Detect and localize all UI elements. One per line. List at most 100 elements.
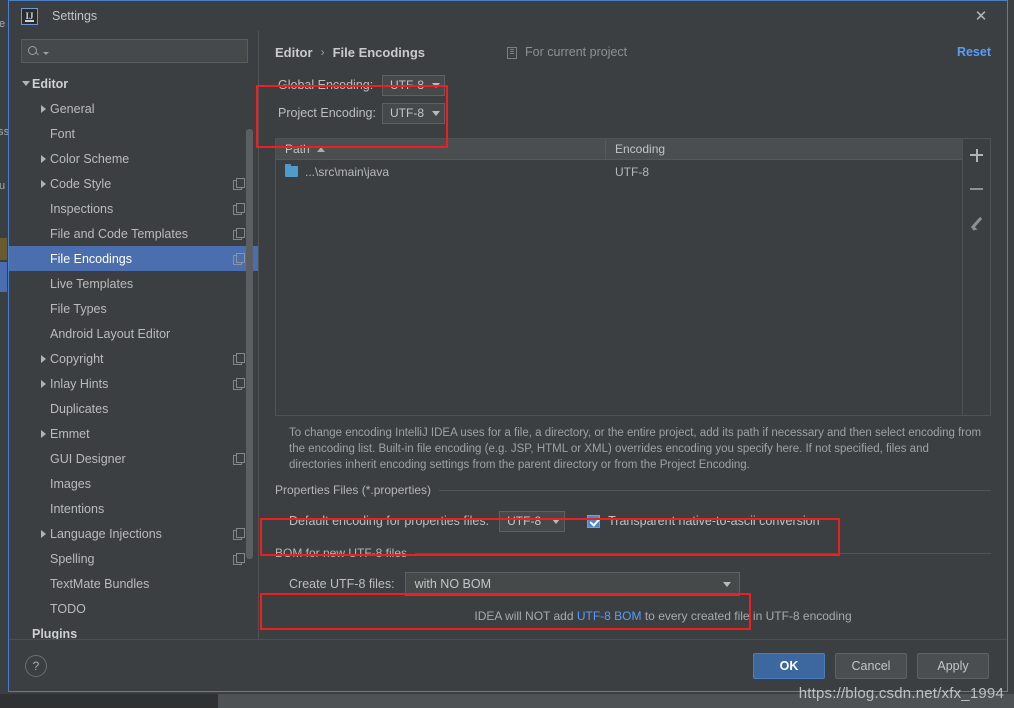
sidebar-item-label: Emmet <box>50 426 90 441</box>
column-header-encoding-label: Encoding <box>615 142 666 156</box>
sidebar-item-label: Images <box>50 476 91 491</box>
sidebar-item-duplicates[interactable]: Duplicates <box>9 396 258 421</box>
sidebar-item-general[interactable]: General <box>9 96 258 121</box>
chevron-right-icon[interactable] <box>37 354 50 363</box>
sidebar-item-editor[interactable]: Editor <box>9 71 258 96</box>
bom-note-suffix: to every created file in UTF-8 encoding <box>641 609 852 623</box>
project-encoding-dropdown[interactable]: UTF-8 <box>382 102 445 124</box>
add-icon[interactable] <box>966 144 988 166</box>
remove-icon[interactable] <box>966 178 988 200</box>
intellij-idea-icon: IJ <box>21 7 38 25</box>
search-input[interactable] <box>21 39 248 63</box>
sidebar-scrollbar-thumb[interactable] <box>246 129 253 559</box>
breadcrumb-parent[interactable]: Editor <box>275 45 313 60</box>
screen: e ss u IJ Settings ✕ Editor General Font… <box>0 0 1014 708</box>
sidebar-item-label: File Encodings <box>50 251 132 266</box>
sidebar-item-label: Plugins <box>32 626 78 640</box>
sidebar-item-font[interactable]: Font <box>9 121 258 146</box>
sidebar-item-copyright[interactable]: Copyright <box>9 346 258 371</box>
project-settings-icon <box>233 203 245 215</box>
sidebar-item-emmet[interactable]: Emmet <box>9 421 258 446</box>
column-header-path[interactable]: Path <box>276 139 606 159</box>
encodings-table-main: Path Encoding ...\src\main\java UTF-8 <box>276 139 962 415</box>
sidebar-item-label: Android Layout Editor <box>50 326 171 341</box>
chevron-down-icon <box>552 518 561 524</box>
sidebar-item-label: Duplicates <box>50 401 109 416</box>
sidebar-item-live-templates[interactable]: Live Templates <box>9 271 258 296</box>
chevron-down-icon[interactable] <box>19 81 32 86</box>
dialog-footer: ? OK Cancel Apply <box>9 639 1007 691</box>
bom-note-link[interactable]: UTF-8 BOM <box>577 609 642 623</box>
reset-link[interactable]: Reset <box>957 45 991 59</box>
sidebar-item-label: Inspections <box>50 201 114 216</box>
create-utf8-files-dropdown[interactable]: with NO BOM <box>404 572 740 596</box>
sidebar-item-inspections[interactable]: Inspections <box>9 196 258 221</box>
table-toolbar <box>962 139 990 415</box>
edit-icon[interactable] <box>966 212 988 234</box>
chevron-right-icon[interactable] <box>37 154 50 163</box>
chevron-right-icon[interactable] <box>37 529 50 538</box>
project-settings-icon <box>233 353 245 365</box>
properties-encoding-row: Default encoding for properties files: U… <box>289 506 991 536</box>
project-scope-icon <box>507 46 519 59</box>
breadcrumb-separator: › <box>320 45 325 59</box>
default-encoding-dropdown[interactable]: UTF-8 <box>499 510 566 532</box>
table-body: ...\src\main\java UTF-8 <box>276 160 962 415</box>
help-icon[interactable]: ? <box>25 654 47 677</box>
page-title: File Encodings <box>332 44 426 60</box>
sidebar-item-file-and-code-templates[interactable]: File and Code Templates <box>9 221 258 246</box>
chevron-right-icon[interactable] <box>37 104 50 113</box>
cancel-button[interactable]: Cancel <box>835 652 907 679</box>
apply-button[interactable]: Apply <box>917 652 989 679</box>
settings-tree: Editor General Font Color Scheme Code Style I… <box>9 69 258 639</box>
sidebar-item-file-encodings[interactable]: File Encodings <box>9 246 258 271</box>
search-container <box>9 31 258 69</box>
cell-encoding[interactable]: UTF-8 <box>606 165 962 179</box>
project-settings-icon <box>233 228 245 240</box>
backdrop-fragment-mid-2: u <box>0 180 6 192</box>
ok-button[interactable]: OK <box>753 652 825 679</box>
project-settings-icon <box>233 553 245 565</box>
global-encoding-dropdown[interactable]: UTF-8 <box>382 74 445 96</box>
global-encoding-row: Global Encoding: UTF-8 <box>278 71 470 99</box>
sidebar-item-inlay-hints[interactable]: Inlay Hints <box>9 371 258 396</box>
sidebar-item-images[interactable]: Images <box>9 471 258 496</box>
chevron-right-icon[interactable] <box>37 179 50 188</box>
sidebar-item-gui-designer[interactable]: GUI Designer <box>9 446 258 471</box>
sidebar-item-file-types[interactable]: File Types <box>9 296 258 321</box>
column-header-encoding[interactable]: Encoding <box>606 139 962 159</box>
transparent-conversion-checkbox[interactable]: Transparent native-to-ascii conversion <box>587 514 820 528</box>
sidebar-item-label: Code Style <box>50 176 112 191</box>
sidebar-item-intentions[interactable]: Intentions <box>9 496 258 521</box>
sidebar-item-label: Copyright <box>50 351 104 366</box>
create-utf8-files-value: with NO BOM <box>414 577 491 591</box>
chevron-down-icon <box>722 581 731 587</box>
backdrop-strip-2 <box>0 262 7 292</box>
sort-ascending-icon <box>316 146 325 152</box>
sidebar-item-language-injections[interactable]: Language Injections <box>9 521 258 546</box>
sidebar-item-android-layout-editor[interactable]: Android Layout Editor <box>9 321 258 346</box>
for-current-project-badge: For current project <box>507 45 627 59</box>
bom-note-prefix: IDEA will NOT add <box>474 609 577 623</box>
settings-main-panel: Editor › File Encodings For current proj… <box>256 31 1007 639</box>
sidebar-item-textmate-bundles[interactable]: TextMate Bundles <box>9 571 258 596</box>
breadcrumb: Editor › File Encodings For current proj… <box>275 31 991 65</box>
backdrop-strip-1 <box>0 238 7 260</box>
chevron-down-icon <box>432 82 440 88</box>
chevron-right-icon[interactable] <box>37 379 50 388</box>
sidebar-item-color-scheme[interactable]: Color Scheme <box>9 146 258 171</box>
default-encoding-value: UTF-8 <box>507 514 542 528</box>
dialog-body: Editor General Font Color Scheme Code Style I… <box>9 31 1007 639</box>
project-settings-icon <box>233 528 245 540</box>
sidebar-item-todo[interactable]: TODO <box>9 596 258 621</box>
sidebar-item-code-style[interactable]: Code Style <box>9 171 258 196</box>
project-encoding-label: Project Encoding: <box>278 106 376 120</box>
backdrop-taskbar <box>218 694 1014 708</box>
sidebar-item-spelling[interactable]: Spelling <box>9 546 258 571</box>
close-icon[interactable]: ✕ <box>971 6 991 26</box>
sidebar-item-plugins[interactable]: Plugins <box>9 621 258 640</box>
table-row[interactable]: ...\src\main\java UTF-8 <box>276 160 962 183</box>
chevron-right-icon[interactable] <box>37 429 50 438</box>
encodings-table: Path Encoding ...\src\main\java UTF-8 <box>275 138 991 416</box>
sidebar-scrollbar[interactable] <box>246 71 253 611</box>
